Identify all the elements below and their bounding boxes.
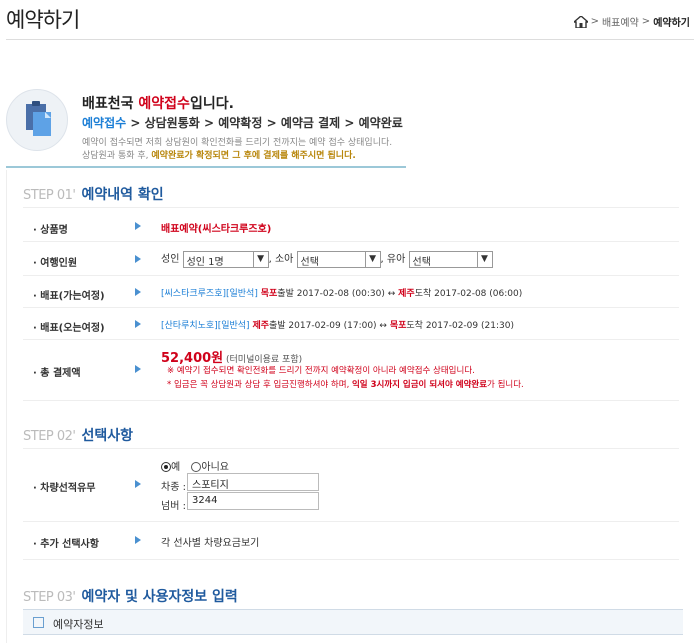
step3-heading: STEP 03' 예약자 및 사용자정보 입력 [23, 589, 238, 605]
car-fee-link[interactable]: 각 선사별 차량요금보기 [161, 534, 259, 549]
divider [23, 448, 679, 449]
arrow-icon [135, 365, 141, 373]
breadcrumb-current: 예약하기 [653, 18, 690, 29]
people-selectors: 성인 성인 1명 ▼, 소아 선택 ▼, 유아 선택 ▼ [161, 250, 493, 268]
chevron-down-icon: ▼ [476, 251, 492, 267]
arrow-icon [135, 480, 141, 488]
breadcrumb: > 배표예약 > 예약하기 [573, 14, 690, 29]
back-label: · 배표(오는여정) [33, 323, 105, 334]
extra-label: · 추가 선택사항 [33, 539, 99, 550]
page-title: 예약하기 [6, 8, 80, 32]
arrow-icon [135, 255, 141, 263]
go-label: · 배표(가는여정) [33, 291, 105, 302]
car-type-input[interactable]: 스포티지 [187, 473, 319, 491]
notice-description-2: 상담원과 통화 후, 예약완료가 확정되면 그 후에 결제를 해주시면 됩니다. [82, 151, 356, 161]
car-label: · 차량선적유무 [33, 483, 96, 494]
grid-icon [33, 617, 44, 628]
infant-select[interactable]: 선택 ▼ [408, 250, 493, 268]
back-itinerary: [산타루치노호][일반석] 제주출발 2017-02-09 (17:00) ↔ … [161, 321, 514, 331]
notice-description: 예약이 접수되면 저희 상담원이 확인전화를 드리기 전까지는 예약 접수 상태… [82, 138, 393, 148]
total-label: · 총 결제액 [33, 368, 81, 379]
car-number-label: 넘버 : [161, 501, 186, 512]
radio-yes[interactable] [161, 462, 171, 472]
booker-info-bar: 예약자정보 [23, 609, 683, 635]
step1-heading: STEP 01' 예약내역 확인 [23, 187, 164, 203]
chevron-down-icon: ▼ [252, 251, 268, 267]
divider [23, 400, 679, 401]
chevron-down-icon: ▼ [364, 251, 380, 267]
step2-heading: STEP 02' 선택사항 [23, 428, 134, 444]
clipboard-icon [6, 89, 68, 151]
car-radio-group: 예 아니요 [161, 458, 229, 473]
radio-no[interactable] [191, 462, 202, 472]
divider [23, 339, 679, 340]
arrow-icon [135, 320, 141, 328]
child-select[interactable]: 선택 ▼ [296, 250, 381, 268]
arrow-icon [135, 288, 141, 296]
divider [23, 559, 679, 560]
product-value: 배표예약(씨스타크루즈호) [161, 224, 272, 235]
reservation-form: STEP 01' 예약내역 확인 · 상품명 배표예약(씨스타크루즈호) · 여행… [6, 170, 686, 643]
notice-title: 배표천국 예약접수입니다. [82, 96, 234, 112]
arrow-icon [135, 536, 141, 544]
reservation-steps: 예약접수 > 상담원통화 > 예약확정 > 예약금 결제 > 예약완료 [82, 116, 403, 130]
car-number-input[interactable]: 3244 [187, 492, 319, 510]
total-note: ※ 예약기 접수되면 확인전화를 드리기 전까지 예약확정이 아니라 예약접수 … [167, 366, 475, 376]
people-label: · 여행인원 [33, 258, 78, 269]
product-label: · 상품명 [33, 225, 68, 236]
arrow-icon [135, 222, 141, 230]
header-divider [6, 39, 694, 40]
divider [23, 275, 679, 276]
adult-select[interactable]: 성인 1명 ▼ [182, 250, 269, 268]
divider [23, 241, 679, 242]
deposit-note: * 입금은 꼭 상담원과 상담 후 입금진행하셔야 하며, 익일 3시까지 입금… [167, 380, 524, 390]
divider [23, 521, 679, 522]
home-icon[interactable] [573, 15, 588, 28]
go-itinerary: [씨스타크루즈호][일반석] 목포출발 2017-02-08 (00:30) ↔… [161, 289, 523, 299]
divider [23, 207, 679, 208]
notice-box: 배표천국 예약접수입니다. 예약접수 > 상담원통화 > 예약확정 > 예약금 … [6, 87, 686, 167]
notice-underline [6, 166, 406, 168]
car-type-label: 차종 : [161, 482, 186, 493]
divider [23, 307, 679, 308]
breadcrumb-item[interactable]: 배표예약 [602, 14, 639, 29]
